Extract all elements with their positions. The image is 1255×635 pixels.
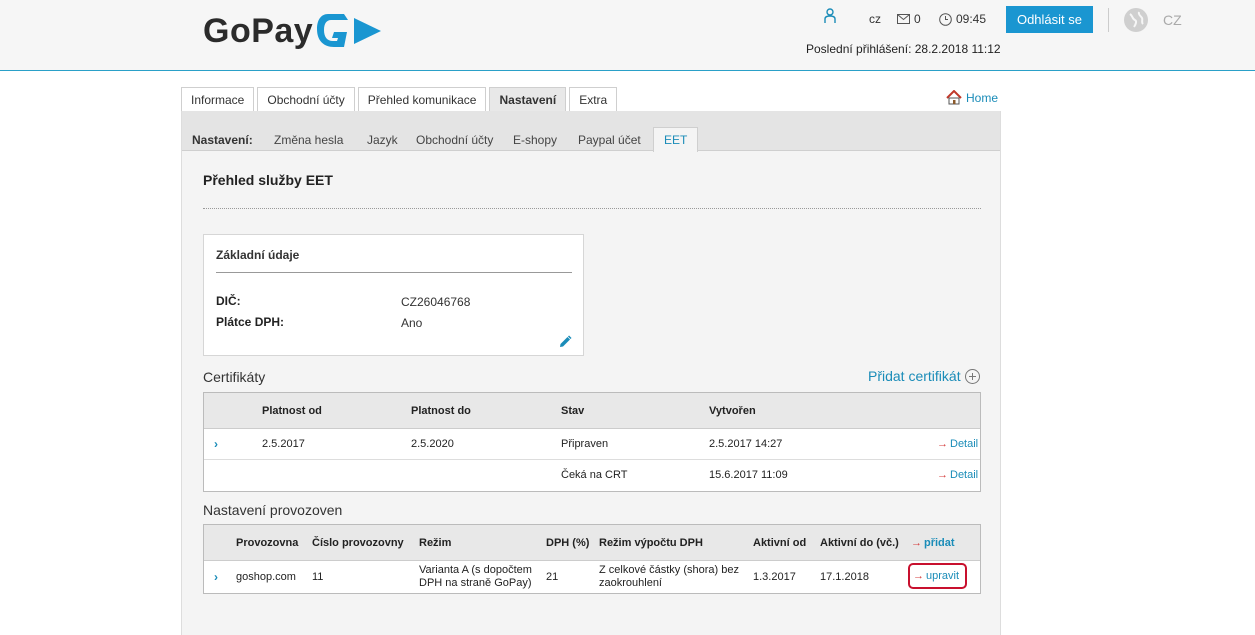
table-header: Provozovna Číslo provozovny Režim DPH (%… [204,525,980,561]
cert-detail-link[interactable]: → Detail [937,469,978,481]
cert-status: Připraven [561,438,609,450]
header-divider [1108,8,1109,32]
cert-status: Čeká na CRT [561,469,628,481]
certificates-table: Platnost od Platnost do Stav Vytvořen › … [203,392,981,492]
col-valid-from: Platnost od [262,405,322,417]
top-header: GoPay cz 0 09:45 Odhlásit se CZ Poslední… [0,0,1255,71]
col-premise-number: Číslo provozovny [312,537,404,549]
gopay-logo-icon [317,14,381,47]
detail-label: Detail [950,438,979,450]
arrow-right-icon: → [937,469,948,481]
premise-mode: Varianta A (s dopočtem DPH na straně GoP… [419,564,532,589]
cert-valid-from: 2.5.2017 [262,438,305,450]
table-row: Čeká na CRT 15.6.2017 11:09 → Detail [204,460,980,491]
premise-vat-mode: Z celkové částky (shora) bez zaokrouhlen… [599,564,739,589]
mail-icon [897,14,910,24]
tab-nastaveni[interactable]: Nastavení [489,87,567,112]
card-divider [216,272,572,273]
arrow-right-icon: → [911,537,922,549]
col-mode: Režim [419,537,452,549]
edit-label: upravit [926,570,960,582]
settings-panel: Nastavení: Změna hesla Jazyk Obchodní úč… [181,111,1001,635]
premise-name: goshop.com [236,571,296,583]
home-label: Home [966,90,999,105]
basic-info-title: Základní údaje [216,248,300,262]
col-vat: DPH (%) [546,537,590,549]
premises-title: Nastavení provozoven [203,502,343,518]
edit-premise-link[interactable]: → upravit [913,570,959,582]
dic-label: DIČ: [216,294,241,308]
subtab-e-shopy[interactable]: E-shopy [513,133,557,147]
vat-payer-value: Ano [401,316,423,330]
edit-pencil-icon[interactable] [558,335,572,349]
subtab-zmena-hesla[interactable]: Změna hesla [274,133,343,147]
language-code[interactable]: cz [869,12,881,26]
premise-number: 11 [312,571,324,583]
tab-extra[interactable]: Extra [569,87,618,111]
logout-button[interactable]: Odhlásit se [1006,6,1093,33]
table-row: › goshop.com 11 Varianta A (s dopočtem D… [204,561,980,593]
col-active-from: Aktivní od [753,537,807,549]
detail-label: Detail [950,469,979,481]
col-active-to: Aktivní do (vč.) [820,537,899,549]
tab-informace[interactable]: Informace [181,87,255,111]
language-selector[interactable]: CZ [1163,12,1182,28]
main-tabs: Informace Obchodní účty Přehled komunika… [181,87,618,112]
subtab-eet[interactable]: EET [653,127,699,152]
certificates-title: Certifikáty [203,369,266,385]
subtab-paypal[interactable]: Paypal účet [578,133,641,147]
home-link[interactable]: Home [946,90,998,105]
house-icon [946,90,962,105]
user-profile-icon[interactable] [823,8,837,24]
cert-valid-to: 2.5.2020 [411,438,454,450]
table-header: Platnost od Platnost do Stav Vytvořen [204,393,980,429]
col-status: Stav [561,405,585,417]
premise-vat: 21 [546,571,559,583]
globe-icon[interactable] [1124,8,1148,32]
premises-table: Provozovna Číslo provozovny Režim DPH (%… [203,524,981,594]
tab-obchodni-ucty[interactable]: Obchodní účty [257,87,355,111]
add-premise-label: přidat [924,537,955,549]
add-certificate-label: Přidat certifikát [868,368,961,384]
last-login-info: Poslední přihlášení: 28.2.2018 11:12 [806,42,1001,56]
messages-indicator[interactable]: 0 [897,12,921,26]
expand-chevron-icon[interactable]: › [214,437,218,451]
session-timer: 09:45 [939,12,986,26]
cert-detail-link[interactable]: → Detail [937,438,978,450]
page-title: Přehled služby EET [203,172,333,188]
clock-icon [939,12,952,26]
col-premise: Provozovna [236,537,299,549]
subtab-obchodni-ucty[interactable]: Obchodní účty [416,133,493,147]
premise-active-from: 1.3.2017 [753,571,796,583]
table-row: › 2.5.2017 2.5.2020 Připraven 2.5.2017 1… [204,429,980,460]
gopay-logo-text: GoPay [203,12,314,50]
tab-prehled-komunikace[interactable]: Přehled komunikace [357,87,487,111]
plus-circle-icon [964,368,980,384]
expand-chevron-icon[interactable]: › [214,570,218,584]
col-created: Vytvořen [709,405,756,417]
arrow-right-icon: → [937,438,948,450]
premise-active-to: 17.1.2018 [820,571,869,583]
title-divider [203,208,981,209]
cert-created: 15.6.2017 11:09 [709,469,788,481]
basic-info-card: Základní údaje DIČ: CZ26046768 Plátce DP… [203,234,584,356]
subnav-label: Nastavení: [192,133,253,147]
col-valid-to: Platnost do [411,405,471,417]
add-certificate-link[interactable]: Přidat certifikát [868,368,980,384]
message-count: 0 [914,12,921,26]
settings-subnav: Nastavení: Změna hesla Jazyk Obchodní úč… [182,111,1000,152]
add-premise-link[interactable]: → přidat [911,537,955,549]
cert-created: 2.5.2017 14:27 [709,438,783,450]
session-time: 09:45 [956,12,987,26]
dic-value: CZ26046768 [401,295,471,309]
col-vat-mode: Režim výpočtu DPH [599,537,703,549]
vat-payer-label: Plátce DPH: [216,315,285,329]
subtab-jazyk[interactable]: Jazyk [367,133,398,147]
arrow-right-icon: → [913,570,924,582]
